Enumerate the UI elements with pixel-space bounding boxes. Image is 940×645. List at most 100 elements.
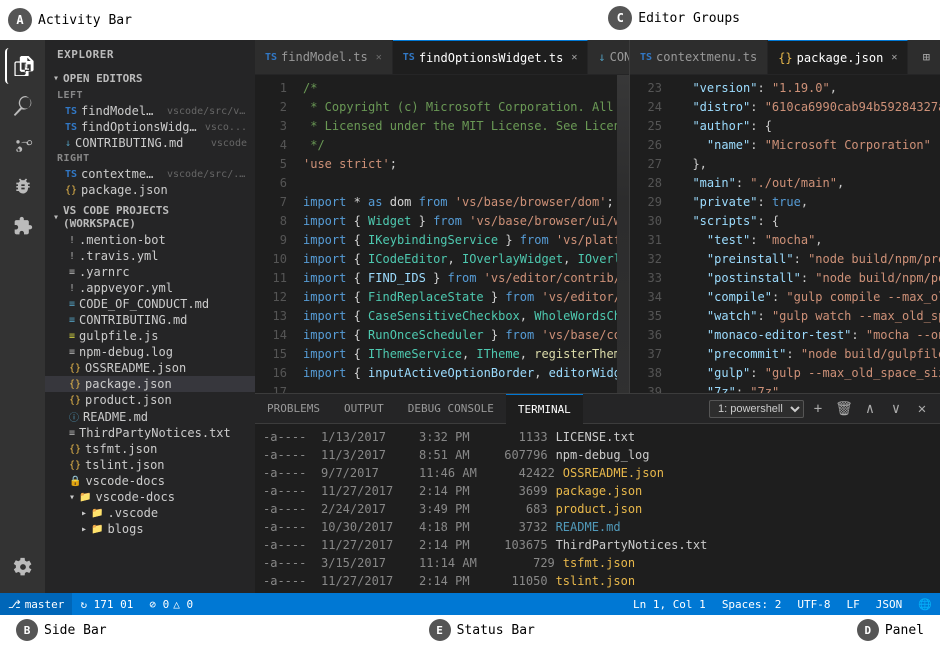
- annotation-b-label: Side Bar: [44, 623, 107, 638]
- ws-tsfmt[interactable]: {} tsfmt.json: [45, 441, 255, 457]
- folder-chevron: ▾: [69, 492, 75, 503]
- panel-close-btn[interactable]: ✕: [910, 397, 934, 421]
- terminal-row-7: -a----11/27/20172:14 PM103675ThirdPartyN…: [263, 536, 932, 554]
- editor-area: TS findModel.ts ✕ TS findOptionsWidget.t…: [255, 40, 940, 593]
- ws-yarn-lock[interactable]: 🔒 vscode-docs: [45, 473, 255, 489]
- right-group-btn-1[interactable]: ⊞: [914, 45, 938, 69]
- errors-text: ⊘ 0: [149, 598, 169, 611]
- git-branch-icon: ⎇: [8, 598, 21, 611]
- terminal-row-6: -a----10/30/20174:18 PM3732README.md: [263, 518, 932, 536]
- ws-thirdparty[interactable]: ≡ ThirdPartyNotices.txt: [45, 425, 255, 441]
- json-icon-4: {}: [69, 395, 81, 406]
- ws-travis[interactable]: ! .travis.yml: [45, 248, 255, 264]
- right-json-content[interactable]: "version": "1.19.0", "distro": "610ca699…: [670, 75, 940, 393]
- right-group-label: RIGHT: [45, 151, 255, 166]
- tab-contributing[interactable]: ↓ CONTRIBUTING.md ✕: [588, 40, 629, 75]
- tab-findmodel-icon: TS: [265, 52, 277, 63]
- ws-mention-bot[interactable]: ! .mention-bot: [45, 232, 255, 248]
- tab-pkg-close[interactable]: ✕: [891, 52, 897, 63]
- tab-findmodel[interactable]: TS findModel.ts ✕: [255, 40, 393, 75]
- tab-contextmenu[interactable]: TS contextmenu.ts: [630, 40, 768, 75]
- tab-package-json[interactable]: {} package.json ✕: [768, 40, 908, 75]
- activity-git-icon[interactable]: [5, 128, 41, 164]
- left-file-contributing[interactable]: ↓ CONTRIBUTING.md vscode: [45, 135, 255, 151]
- sidebar-content: ▾ OPEN EDITORS LEFT TS findModel.ts vsco…: [45, 69, 255, 593]
- panel-trash-btn[interactable]: 🗑: [832, 397, 856, 421]
- ws-vscode-folder[interactable]: ▸ 📁 .vscode: [45, 505, 255, 521]
- ws-npm-debug[interactable]: ≡ npm-debug.log: [45, 344, 255, 360]
- annotation-e-label: Status Bar: [457, 623, 535, 638]
- tab-findoptions-icon: TS: [403, 52, 415, 63]
- ws-vscode-docs[interactable]: ▾ 📁 vscode-docs: [45, 489, 255, 505]
- panel-chevron-up[interactable]: ∧: [858, 397, 882, 421]
- ws-package-json[interactable]: {} package.json: [45, 376, 255, 392]
- yarnrc-icon: ≡: [69, 267, 75, 278]
- ws-tslint[interactable]: {} tslint.json: [45, 457, 255, 473]
- ws-appveyor[interactable]: ! .appveyor.yml: [45, 280, 255, 296]
- left-code-content[interactable]: /* * Copyright (c) Microsoft Corporation…: [295, 75, 617, 393]
- open-editors-section[interactable]: ▾ OPEN EDITORS: [45, 69, 255, 88]
- ws-blogs-folder[interactable]: ▸ 📁 blogs: [45, 521, 255, 537]
- ws-product[interactable]: {} product.json: [45, 392, 255, 408]
- tab-findoptions-close[interactable]: ✕: [571, 52, 577, 63]
- status-sync[interactable]: ↻ 171 01: [72, 593, 141, 615]
- left-code-area: 12345 678910 1112131415 1617181920 /* * …: [255, 75, 629, 393]
- terminal-select[interactable]: 1: powershell: [709, 400, 804, 418]
- status-language[interactable]: JSON: [868, 593, 911, 615]
- terminal-row-1: -a----1/13/20173:32 PM1133LICENSE.txt: [263, 428, 932, 446]
- annotation-d-label: Panel: [885, 623, 924, 638]
- tab-findmodel-close[interactable]: ✕: [376, 52, 382, 63]
- workspace-section[interactable]: ▾ VS CODE PROJECTS (WORKSPACE): [45, 202, 255, 232]
- panel-tab-debug[interactable]: DEBUG CONSOLE: [396, 394, 506, 424]
- status-line-ending[interactable]: LF: [839, 593, 868, 615]
- tab-findoptionswidget[interactable]: TS findOptionsWidget.ts ✕: [393, 40, 589, 75]
- status-spaces[interactable]: Spaces: 2: [714, 593, 790, 615]
- annotation-c-circle: C: [608, 6, 632, 30]
- activity-extensions-icon[interactable]: [5, 208, 41, 244]
- panel-tab-problems[interactable]: PROBLEMS: [255, 394, 332, 424]
- panel-tab-terminal[interactable]: TERMINAL: [506, 394, 583, 424]
- right-file-package[interactable]: {} package.json: [45, 182, 255, 198]
- left-file-findoptionswidget[interactable]: TS findOptionsWidget.ts vsco...: [45, 119, 255, 135]
- activity-explorer-icon[interactable]: [5, 48, 41, 84]
- activity-bar: [0, 40, 45, 593]
- activity-debug-icon[interactable]: [5, 168, 41, 204]
- status-branch[interactable]: ⎇ master: [0, 593, 72, 615]
- folder-chevron-3: ▸: [81, 524, 87, 535]
- status-errors[interactable]: ⊘ 0 △ 0: [141, 593, 201, 615]
- terminal-row-2: -a----11/3/20178:51 AM607796npm-debug_lo…: [263, 446, 932, 464]
- panel-chevron-down[interactable]: ∨: [884, 397, 908, 421]
- right-file-contextmenu[interactable]: TS contextmenu.ts vscode/src/...: [45, 166, 255, 182]
- md-icon: ↓: [65, 138, 71, 149]
- ws-code-conduct[interactable]: ≡ CODE_OF_CONDUCT.md: [45, 296, 255, 312]
- ws-ossreadme[interactable]: {} OSSREADME.json: [45, 360, 255, 376]
- status-position[interactable]: Ln 1, Col 1: [625, 593, 714, 615]
- workspace-chevron: ▾: [53, 212, 59, 223]
- left-line-numbers: 12345 678910 1112131415 1617181920: [255, 75, 295, 393]
- folder-icon: 📁: [79, 492, 91, 503]
- terminal-row-3: -a----9/7/201711:46 AM42422OSSREADME.jso…: [263, 464, 932, 482]
- status-right: Ln 1, Col 1 Spaces: 2 UTF-8 LF JSON 🌐: [625, 593, 940, 615]
- activity-settings-icon[interactable]: [5, 549, 41, 585]
- editor-group-left: TS findModel.ts ✕ TS findOptionsWidget.t…: [255, 40, 630, 393]
- status-encoding[interactable]: UTF-8: [789, 593, 838, 615]
- status-globe[interactable]: 🌐: [910, 593, 940, 615]
- panel-add-btn[interactable]: +: [806, 397, 830, 421]
- ts-icon-3: TS: [65, 169, 77, 180]
- panel-tab-output[interactable]: OUTPUT: [332, 394, 396, 424]
- ws-yarnrc[interactable]: ≡ .yarnrc: [45, 264, 255, 280]
- left-minimap: [617, 75, 629, 393]
- annotation-bar-bottom: B Side Bar E Status Bar D Panel: [0, 615, 940, 645]
- ws-gulpfile[interactable]: ≡ gulpfile.js: [45, 328, 255, 344]
- terminal-row-9: -a----11/27/20172:14 PM11050tslint.json: [263, 572, 932, 590]
- activity-search-icon[interactable]: [5, 88, 41, 124]
- folder-icon-2: 📁: [91, 508, 103, 519]
- terminal-row-8: -a----3/15/201711:14 AM729tsfmt.json: [263, 554, 932, 572]
- panel-terminal-content[interactable]: -a----1/13/20173:32 PM1133LICENSE.txt -a…: [255, 424, 940, 593]
- left-file-findmodel[interactable]: TS findModel.ts vscode/src/vs/...: [45, 103, 255, 119]
- ws-readme[interactable]: ⓘ README.md: [45, 408, 255, 425]
- tab-pkg-label: package.json: [797, 51, 884, 65]
- annotation-e-circle: E: [429, 619, 451, 641]
- folder-icon-3: 📁: [91, 524, 103, 535]
- ws-contributing[interactable]: ≡ CONTRIBUTING.md: [45, 312, 255, 328]
